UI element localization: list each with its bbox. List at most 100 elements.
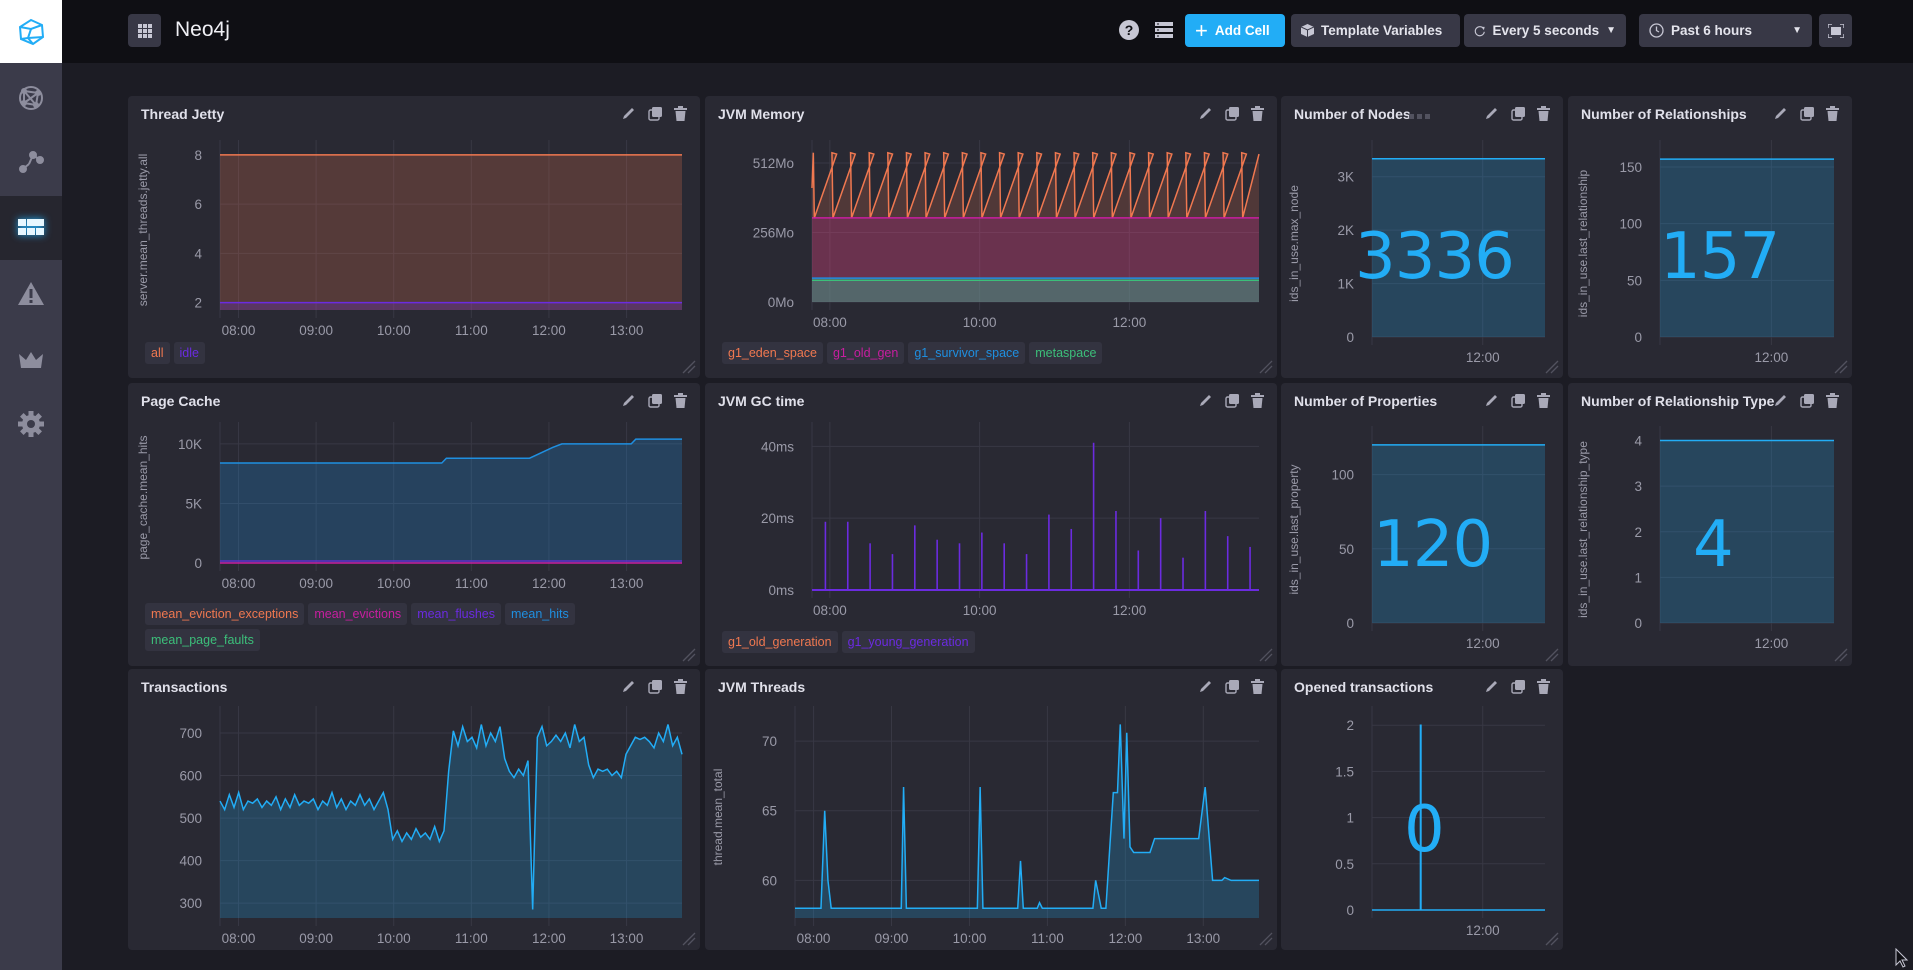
crown-icon [19,352,43,368]
trash-icon[interactable] [1537,393,1553,409]
resize-handle[interactable] [682,932,696,946]
top-bar: Neo4j ? + Add Cell Template Variables Ev… [62,0,1913,63]
clone-icon[interactable] [1225,679,1241,695]
legend-item[interactable]: all [145,342,170,364]
legend-item[interactable]: metaspace [1029,342,1103,364]
panel-title[interactable]: Thread Jetty [141,106,224,122]
resize-handle[interactable] [1545,360,1559,374]
panel-title[interactable]: JVM Memory [718,106,804,122]
legend: mean_eviction_exceptions mean_evictions me… [145,603,665,651]
sidebar-item-dashboards[interactable] [0,196,62,260]
legend-item[interactable]: idle [173,342,205,364]
legend-item[interactable]: g1_young_generation [841,631,975,653]
edit-icon[interactable] [1199,679,1215,695]
legend-item[interactable]: g1_old_gen [826,342,905,364]
edit-icon[interactable] [1774,393,1790,409]
resize-handle[interactable] [682,648,696,662]
panel-page-cache[interactable]: Page Cache mean_eviction_exceptions mean_e… [128,383,700,666]
trash-icon[interactable] [1826,106,1842,122]
template-variables-button[interactable]: Template Variables [1291,14,1460,47]
legend-item[interactable]: mean_hits [505,603,575,625]
resize-handle[interactable] [1259,648,1273,662]
trash-icon[interactable] [674,393,690,409]
clone-icon[interactable] [1511,393,1527,409]
resize-handle[interactable] [1259,932,1273,946]
resize-handle[interactable] [1545,648,1559,662]
panel-title[interactable]: Transactions [141,679,227,695]
trash-icon[interactable] [1826,393,1842,409]
warning-icon [18,282,44,305]
clone-icon[interactable] [1511,106,1527,122]
legend-item[interactable]: g1_old_generation [722,631,838,653]
edit-icon[interactable] [622,679,638,695]
panel-transactions[interactable]: Transactions [128,669,700,950]
node-graph-icon [19,151,44,173]
sidebar-item-data-explorer[interactable] [0,66,62,130]
panel-title[interactable]: Number of Relationships [1581,106,1747,122]
edit-icon[interactable] [622,393,638,409]
resize-handle[interactable] [1834,648,1848,662]
legend-item[interactable]: g1_survivor_space [908,342,1026,364]
panel-title[interactable]: JVM Threads [718,679,805,695]
grid-icon [137,23,152,38]
legend-item[interactable]: mean_eviction_exceptions [145,603,305,625]
clone-icon[interactable] [648,106,664,122]
panel-title[interactable]: Number of Relationship Type [1581,393,1774,409]
trash-icon[interactable] [674,106,690,122]
mouse-cursor-icon [1895,948,1909,968]
clone-icon[interactable] [1800,106,1816,122]
legend: all idle [145,342,665,364]
panel-title[interactable]: Number of Properties [1294,393,1437,409]
resize-handle[interactable] [682,360,696,374]
panel-title[interactable]: Opened transactions [1294,679,1433,695]
panel-jvm-memory[interactable]: JVM Memory g1_eden_space g1_old_gen g1_surv… [705,96,1277,378]
legend-item[interactable]: g1_eden_space [722,342,823,364]
refresh-interval-dropdown[interactable]: Every 5 seconds ▼ [1464,14,1626,47]
time-range-dropdown[interactable]: Past 6 hours ▼ [1639,14,1812,47]
trash-icon[interactable] [1537,679,1553,695]
clone-icon[interactable] [1225,106,1241,122]
trash-icon[interactable] [1537,106,1553,122]
clone-icon[interactable] [1225,393,1241,409]
legend: g1_old_generation g1_young_generation [722,631,1242,653]
clone-icon[interactable] [1511,679,1527,695]
panel-title[interactable]: JVM GC time [718,393,804,409]
legend-item[interactable]: mean_flushes [411,603,502,625]
panel-jvm-threads[interactable]: JVM Threads [705,669,1277,950]
sidebar-item-alerts[interactable] [0,262,62,326]
clone-icon[interactable] [648,393,664,409]
edit-icon[interactable] [1199,393,1215,409]
trash-icon[interactable] [1251,679,1267,695]
edit-icon[interactable] [1199,106,1215,122]
fullscreen-button[interactable] [1819,14,1852,47]
add-cell-button[interactable]: + Add Cell [1185,14,1285,47]
dashboard-title[interactable]: Neo4j [175,18,230,42]
sidebar-item-configuration[interactable] [0,392,62,456]
resize-handle[interactable] [1834,360,1848,374]
sidebar-item-admin[interactable] [0,328,62,392]
list-icon[interactable] [1155,21,1173,39]
trash-icon[interactable] [1251,106,1267,122]
panel-title[interactable]: Number of Nodes [1294,106,1411,122]
dashboard-icon [18,219,44,235]
resize-handle[interactable] [1259,360,1273,374]
panel-title[interactable]: Page Cache [141,393,220,409]
edit-icon[interactable] [1485,393,1501,409]
legend-item[interactable]: mean_evictions [308,603,408,625]
edit-icon[interactable] [1485,106,1501,122]
help-icon[interactable]: ? [1119,20,1139,40]
trash-icon[interactable] [674,679,690,695]
clone-icon[interactable] [648,679,664,695]
dashboards-menu-button[interactable] [128,14,161,47]
legend-item[interactable]: mean_page_faults [145,629,260,651]
sidebar-item-host-list[interactable] [0,130,62,194]
panel-thread-jetty[interactable]: Thread Jetty all idle [128,96,700,378]
app-logo[interactable] [0,0,62,63]
edit-icon[interactable] [622,106,638,122]
trash-icon[interactable] [1251,393,1267,409]
panel-gc-time[interactable]: JVM GC time g1_old_generation g1_young_gen… [705,383,1277,666]
edit-icon[interactable] [1774,106,1790,122]
clone-icon[interactable] [1800,393,1816,409]
resize-handle[interactable] [1545,932,1559,946]
edit-icon[interactable] [1485,679,1501,695]
